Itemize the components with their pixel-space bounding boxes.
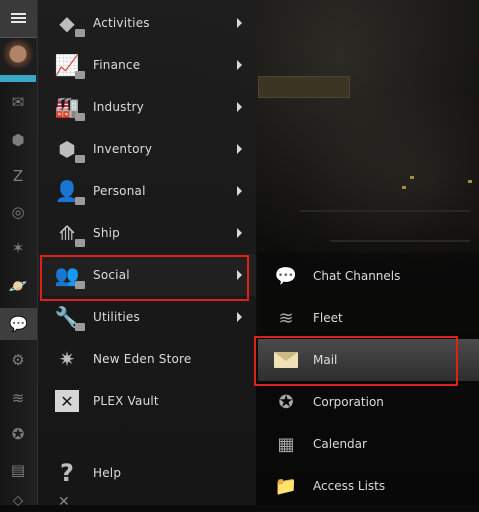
submenu-item-calendar[interactable]: ▦ Calendar	[258, 423, 479, 465]
mail-highlight-box	[254, 336, 458, 386]
submenu-item-chat-channels[interactable]: 💬 Chat Channels	[258, 255, 479, 297]
menu-item-ship[interactable]: ⟰ Ship	[38, 212, 256, 254]
submenu-item-label: Chat Channels	[313, 269, 401, 283]
menu-item-label: Inventory	[93, 142, 153, 156]
industry-icon[interactable]: ⚙	[6, 348, 30, 372]
submenu-item-fleet[interactable]: ≋ Fleet	[258, 297, 479, 339]
submenu-arrow-icon	[237, 102, 242, 112]
menu-item-label: Utilities	[93, 310, 140, 324]
avatar-status-bar	[0, 75, 36, 82]
menu-item-label: New Eden Store	[93, 352, 192, 366]
menu-item-label: Finance	[93, 58, 141, 72]
mail-icon[interactable]: ✉	[6, 90, 30, 114]
menu-item-utilities[interactable]: 🔧 Utilities	[38, 296, 256, 338]
submenu-item-label: Fleet	[313, 311, 343, 325]
calendar-icon: ▦	[277, 433, 295, 455]
menu-item-label: Activities	[93, 16, 150, 30]
fleet-icon[interactable]: ≋	[6, 386, 30, 410]
submenu-arrow-icon	[237, 186, 242, 196]
submenu-item-label: Corporation	[313, 395, 384, 409]
inventory-icon: ⬢	[51, 133, 85, 165]
submenu-item-corporation[interactable]: ✪ Corporation	[258, 381, 479, 423]
wallet-icon[interactable]: ▤	[6, 458, 30, 482]
menu-item-plex-vault[interactable]: ✕ PLEX Vault	[38, 380, 256, 422]
main-menu-button[interactable]	[0, 0, 37, 38]
submenu-arrow-icon	[237, 312, 242, 322]
submenu-item-label: Calendar	[313, 437, 367, 451]
z-icon[interactable]: Z	[6, 164, 30, 188]
menu-item-personal[interactable]: 👤 Personal	[38, 170, 256, 212]
menu-item-label: Personal	[93, 184, 146, 198]
light-dot	[468, 180, 472, 183]
ship-icon: ⟰	[51, 217, 85, 249]
help-icon: ?	[60, 459, 74, 487]
menu-item-label: Ship	[93, 226, 120, 240]
submenu-item-label: Access Lists	[313, 479, 386, 493]
corporation-icon: ✪	[278, 391, 294, 413]
submenu-item-access-lists[interactable]: 📁 Access Lists	[258, 465, 479, 507]
light-dot	[410, 176, 414, 179]
hamburger-icon	[11, 13, 26, 24]
chat-icon[interactable]: 💬	[0, 308, 37, 340]
social-highlight-box	[40, 255, 249, 301]
inventory-icon[interactable]: ⬢	[6, 128, 30, 152]
structure-line	[330, 240, 470, 242]
structure-line	[300, 210, 470, 212]
menu-item-activities[interactable]: ◆ Activities	[38, 2, 256, 44]
menu-item-label: Industry	[93, 100, 144, 114]
planet-icon[interactable]: 🪐	[6, 274, 30, 298]
notifications-icon[interactable]: ⬦	[6, 488, 30, 512]
menu-item-new-eden-store[interactable]: ✷ New Eden Store	[38, 338, 256, 380]
submenu-arrow-icon	[237, 228, 242, 238]
character-avatar[interactable]	[0, 38, 36, 75]
menu-item-finance[interactable]: 📈 Finance	[38, 44, 256, 86]
finance-icon: 📈	[51, 49, 85, 81]
submenu-arrow-icon	[237, 18, 242, 28]
corporation-icon[interactable]: ✪	[6, 422, 30, 446]
industry-icon: 🏭	[51, 91, 85, 123]
fleet-icon: ≋	[278, 307, 294, 329]
more-icon: ✕	[58, 494, 70, 510]
menu-item-industry[interactable]: 🏭 Industry	[38, 86, 256, 128]
utilities-icon: 🔧	[51, 301, 85, 333]
access-lists-icon: 📁	[274, 475, 298, 497]
plex-vault-icon: ✕	[55, 390, 79, 412]
new-eden-store-icon: ✷	[58, 347, 76, 371]
menu-item-help[interactable]: ? Help	[38, 452, 256, 494]
hud-bar	[258, 76, 350, 98]
chat-channels-icon: 💬	[274, 265, 298, 287]
personal-icon: 👤	[51, 175, 85, 207]
main-menu-panel: ◆ Activities 📈 Finance 🏭 Industry ⬢ Inve…	[38, 0, 256, 510]
skills-icon[interactable]: ◎	[6, 200, 30, 224]
submenu-arrow-icon	[237, 60, 242, 70]
light-dot	[402, 186, 406, 189]
menu-item-label: Help	[93, 466, 122, 480]
map-icon[interactable]: ✶	[6, 236, 30, 260]
neocom-sidebar: ✉ ⬢ Z ◎ ✶ 🪐 💬 ⚙ ≋ ✪ ▤ ⬦	[0, 0, 38, 509]
submenu-arrow-icon	[237, 144, 242, 154]
menu-item-label: PLEX Vault	[93, 394, 159, 408]
activities-icon: ◆	[51, 7, 85, 39]
menu-item-inventory[interactable]: ⬢ Inventory	[38, 128, 256, 170]
